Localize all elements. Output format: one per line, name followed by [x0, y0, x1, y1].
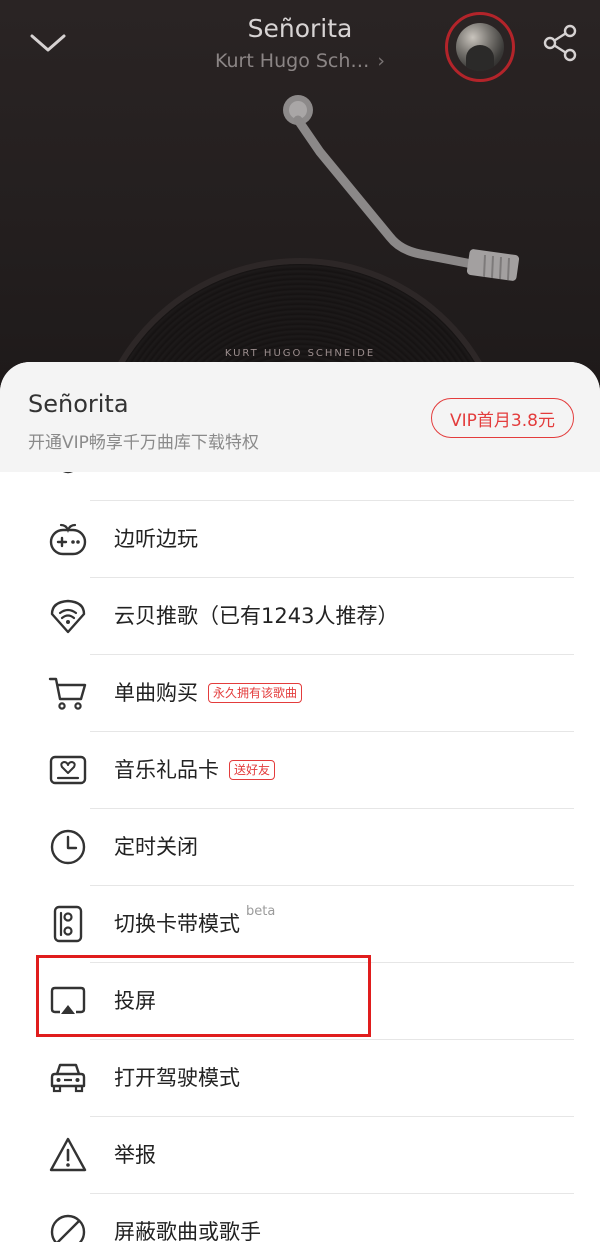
player-background: Señorita Kurt Hugo Sch… › KURT HUGO SCHNE… — [0, 0, 600, 420]
chevron-right-icon: › — [377, 50, 386, 72]
menu-item-label-wrap: 切换卡带模式 beta — [114, 904, 275, 938]
sheet-song-title: Señorita — [28, 390, 129, 418]
cloud-bean-icon — [50, 599, 86, 634]
own-forever-badge: 永久拥有该歌曲 — [208, 682, 303, 703]
car-icon — [50, 1063, 86, 1093]
partial-icon — [63, 472, 73, 474]
menu-item-label-wrap: 音乐礼品卡 送好友 — [114, 754, 276, 784]
menu-item-music-gift-card[interactable]: 音乐礼品卡 送好友 — [28, 732, 574, 809]
cassette-icon — [53, 905, 83, 943]
send-friend-badge: 送好友 — [229, 759, 276, 780]
artist-avatar-button[interactable] — [445, 12, 515, 82]
avatar — [456, 23, 504, 71]
menu-item-cassette-mode[interactable]: 切换卡带模式 beta — [28, 886, 574, 963]
menu-list: 边听边玩 云贝推歌（已有1243人推荐） 单曲购买 永久拥有该歌曲 音乐礼品卡 … — [28, 472, 574, 1242]
warning-icon — [49, 1137, 87, 1172]
menu-item-label: 音乐礼品卡 — [114, 758, 219, 782]
block-icon — [50, 1214, 86, 1242]
menu-item-label: 投屏 — [114, 989, 156, 1013]
vip-offer-button[interactable]: VIP首月3.8元 — [431, 398, 574, 438]
more-options-sheet: Señorita 开通VIP畅享千万曲库下载特权 VIP首月3.8元 边听边玩 — [0, 362, 600, 1242]
beta-tag: beta — [246, 904, 276, 919]
gamepad-icon — [49, 523, 87, 556]
menu-item-driving-mode[interactable]: 打开驾驶模式 — [28, 1040, 574, 1117]
gift-card-icon — [49, 755, 87, 785]
sheet-header: Señorita 开通VIP畅享千万曲库下载特权 VIP首月3.8元 — [0, 362, 600, 472]
menu-item-label: 切换卡带模式 — [114, 912, 240, 936]
menu-item-label-wrap: 单曲购买 永久拥有该歌曲 — [114, 677, 303, 707]
share-icon[interactable] — [540, 22, 580, 64]
sheet-vip-promo-text: 开通VIP畅享千万曲库下载特权 — [28, 433, 259, 453]
menu-item-block-song-or-artist[interactable]: 屏蔽歌曲或歌手 — [28, 1194, 574, 1242]
clock-icon — [50, 829, 86, 865]
menu-item-play-while-listening[interactable]: 边听边玩 — [28, 501, 574, 578]
menu-item-buy-single[interactable]: 单曲购买 永久拥有该歌曲 — [28, 655, 574, 732]
menu-item-label: 定时关闭 — [114, 835, 198, 859]
menu-item-label: 打开驾驶模式 — [114, 1066, 240, 1090]
menu-item-report[interactable]: 举报 — [28, 1117, 574, 1194]
menu-item-sleep-timer[interactable]: 定时关闭 — [28, 809, 574, 886]
menu-item-label: 单曲购买 — [114, 681, 198, 705]
cast-screen-icon — [50, 986, 86, 1014]
tonearm-icon — [283, 95, 520, 281]
menu-item-partial[interactable] — [28, 472, 574, 501]
menu-item-cloud-bean-recommend[interactable]: 云贝推歌（已有1243人推荐） — [28, 578, 574, 655]
menu-item-label: 屏蔽歌曲或歌手 — [114, 1220, 261, 1242]
cart-icon — [48, 677, 87, 710]
menu-item-label: 边听边玩 — [114, 527, 198, 551]
menu-item-label: 云贝推歌（已有1243人推荐） — [114, 604, 399, 628]
artist-name: Kurt Hugo Sch… — [214, 50, 370, 72]
menu-item-label: 举报 — [114, 1143, 156, 1167]
menu-item-cast-screen[interactable]: 投屏 — [28, 963, 574, 1040]
